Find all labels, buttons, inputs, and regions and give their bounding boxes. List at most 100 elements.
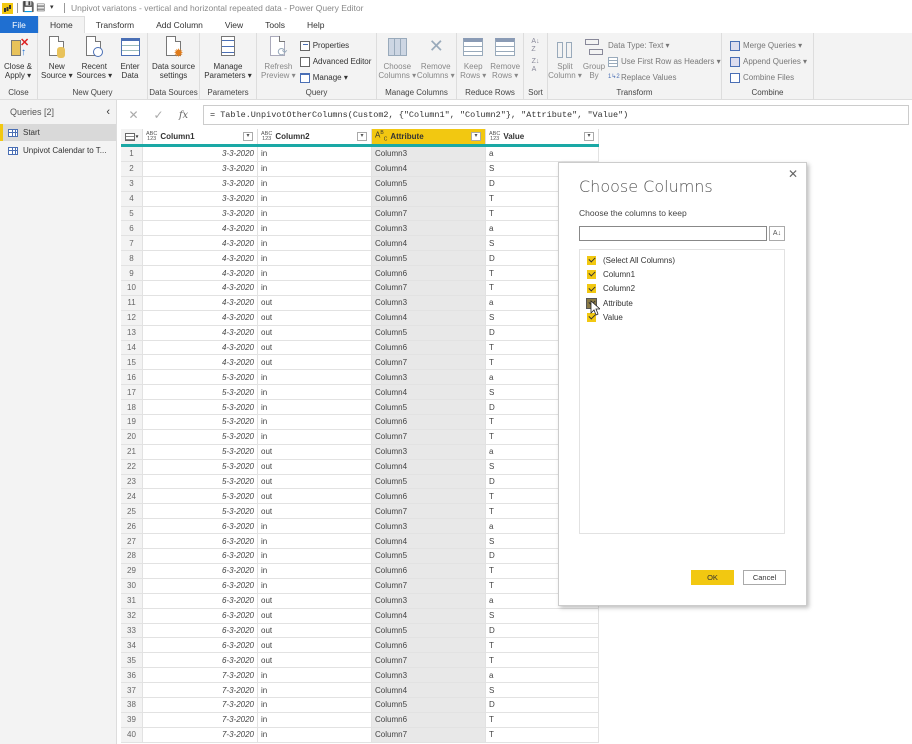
cancel-button[interactable]: Cancel [743,570,786,585]
filter-dropdown-icon[interactable]: ▾ [584,132,594,141]
column2-cell[interactable]: in [258,161,372,176]
value-cell[interactable]: S [486,683,599,697]
sort-descending-icon[interactable]: Z↓ A [532,58,540,74]
filter-dropdown-icon[interactable]: ▾ [357,132,367,141]
combine-files-button[interactable]: Combine Files [730,70,807,85]
attribute-cell[interactable]: Column6 [372,415,486,429]
advanced-editor-button[interactable]: Advanced Editor [299,54,371,69]
tab-transform[interactable]: Transform [85,16,145,33]
column2-cell[interactable]: out [258,444,372,459]
use-first-row-headers-button[interactable]: Use First Row as Headers ▾ [608,54,721,69]
attribute-cell[interactable]: Column6 [372,191,486,206]
column-header-column2[interactable]: ABC 123 Column2 ▾ [258,129,372,144]
attribute-cell[interactable]: Column7 [372,727,486,742]
attribute-cell[interactable]: Column3 [372,593,486,608]
column2-cell[interactable]: in [258,281,372,295]
undo-icon[interactable]: ▤ [36,3,46,13]
attribute-cell[interactable]: Column4 [372,236,486,251]
query-item-start[interactable]: Start [0,124,116,141]
attribute-cell[interactable]: Column5 [372,549,486,563]
column2-cell[interactable]: out [258,340,372,355]
close-apply-button[interactable]: ✕ ↑ Close & Apply ▾ [2,36,34,87]
column2-cell[interactable]: in [258,712,372,727]
value-cell[interactable]: a [486,147,599,161]
value-cell[interactable]: a [486,668,599,683]
attribute-cell[interactable]: Column6 [372,712,486,727]
column2-cell[interactable]: out [258,355,372,370]
column2-cell[interactable]: in [258,370,372,385]
column2-cell[interactable]: out [258,295,372,310]
attribute-cell[interactable]: Column5 [372,623,486,638]
type-any-icon[interactable]: ABC 123 [261,131,272,142]
attribute-cell[interactable]: Column5 [372,474,486,489]
column1-cell[interactable]: 6-3-2020 [143,653,258,668]
save-icon[interactable]: 💾 [22,3,34,13]
commit-formula-icon[interactable]: ✓ [146,108,171,122]
value-cell[interactable]: S [486,608,599,623]
checkbox-checked[interactable] [587,269,596,279]
column2-cell[interactable]: out [258,593,372,608]
attribute-cell[interactable]: Column7 [372,504,486,519]
ok-button[interactable]: OK [691,570,734,585]
attribute-cell[interactable]: Column3 [372,519,486,534]
tab-tools[interactable]: Tools [254,16,296,33]
column2-cell[interactable]: in [258,236,372,251]
option-attribute[interactable]: Attribute [580,296,784,310]
query-item-unpivot-calendar[interactable]: Unpivot Calendar to T... [0,142,116,159]
column-search-input[interactable] [579,226,767,241]
attribute-cell[interactable]: Column5 [372,400,486,415]
column1-cell[interactable]: 3-3-2020 [143,206,258,221]
column-header-value[interactable]: ABC 123 Value ▾ [486,129,599,144]
column2-cell[interactable]: in [258,563,372,578]
column2-cell[interactable]: out [258,653,372,668]
column1-cell[interactable]: 7-3-2020 [143,727,258,742]
column2-cell[interactable]: in [258,668,372,683]
column1-cell[interactable]: 7-3-2020 [143,712,258,727]
column1-cell[interactable]: 3-3-2020 [143,161,258,176]
attribute-cell[interactable]: Column7 [372,653,486,668]
column1-cell[interactable]: 6-3-2020 [143,623,258,638]
split-column-button[interactable]: Split Column ▾ [548,36,582,87]
attribute-cell[interactable]: Column4 [372,534,486,549]
column2-cell[interactable]: in [258,429,372,444]
replace-values-button[interactable]: 1↳2 Replace Values [608,70,721,85]
column2-cell[interactable]: in [258,206,372,221]
column2-cell[interactable]: in [258,147,372,161]
column1-cell[interactable]: 5-3-2020 [143,474,258,489]
checkbox-checked[interactable] [587,284,596,294]
column2-cell[interactable]: in [258,519,372,534]
column1-cell[interactable]: 4-3-2020 [143,236,258,251]
customize-qat-icon[interactable]: ▾ [50,3,60,13]
value-cell[interactable]: D [486,697,599,712]
tab-add-column[interactable]: Add Column [145,16,214,33]
sort-ascending-icon[interactable]: A↓ Z [531,38,539,54]
column1-cell[interactable]: 5-3-2020 [143,444,258,459]
column1-cell[interactable]: 4-3-2020 [143,251,258,266]
attribute-cell[interactable]: Column7 [372,578,486,593]
column1-cell[interactable]: 7-3-2020 [143,683,258,697]
column-header-attribute[interactable]: ABC Attribute ▾ [372,129,486,144]
refresh-preview-button[interactable]: ⟳ Refresh Preview ▾ [259,36,298,87]
attribute-cell[interactable]: Column4 [372,161,486,176]
attribute-cell[interactable]: Column6 [372,340,486,355]
column2-cell[interactable]: in [258,534,372,549]
append-queries-button[interactable]: Append Queries ▾ [730,54,807,69]
value-cell[interactable]: T [486,712,599,727]
column1-cell[interactable]: 3-3-2020 [143,176,258,191]
column1-cell[interactable]: 4-3-2020 [143,221,258,236]
choose-columns-button[interactable]: Choose Columns ▾ [378,36,416,87]
remove-columns-button[interactable]: ✕ Remove Columns ▾ [417,36,455,87]
column2-cell[interactable]: in [258,727,372,742]
attribute-cell[interactable]: Column7 [372,281,486,295]
column2-cell[interactable]: out [258,504,372,519]
column2-cell[interactable]: in [258,415,372,429]
option-column1[interactable]: Column1 [580,267,784,281]
attribute-cell[interactable]: Column4 [372,459,486,474]
column1-cell[interactable]: 5-3-2020 [143,429,258,444]
column1-cell[interactable]: 5-3-2020 [143,400,258,415]
column2-cell[interactable]: in [258,549,372,563]
column1-cell[interactable]: 7-3-2020 [143,697,258,712]
collapse-pane-icon[interactable]: ‹ [106,106,110,118]
type-any-icon[interactable]: ABC 123 [146,131,157,142]
keep-rows-button[interactable]: Keep Rows ▾ [459,36,487,87]
